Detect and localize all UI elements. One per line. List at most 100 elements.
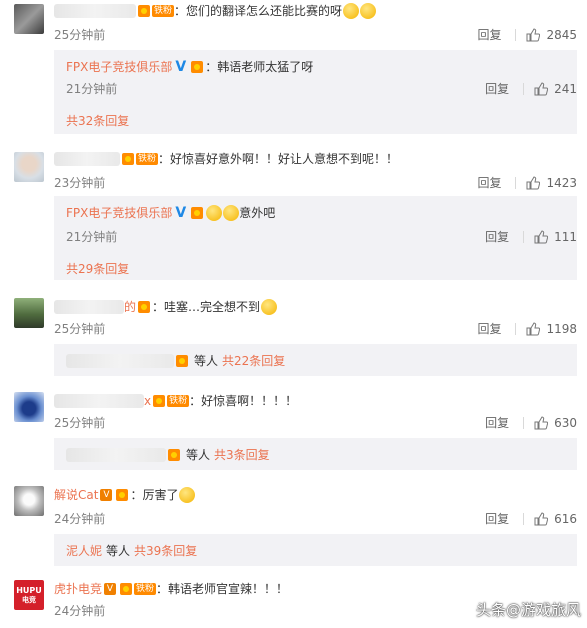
avatar[interactable]: [14, 298, 44, 328]
avatar[interactable]: [14, 152, 44, 182]
emoji-icon: [360, 2, 377, 19]
comment-text: ：厉害了: [130, 488, 179, 502]
fan-label: 铁粉: [167, 394, 190, 407]
reply-summary-box: 等人 共3条回复: [54, 438, 577, 470]
laughing-emoji-icon: [261, 298, 278, 315]
avatar[interactable]: [14, 4, 44, 34]
reply-author[interactable]: FPX电子竞技俱乐部: [66, 204, 172, 221]
thumbs-up-icon: [526, 175, 541, 190]
like-count: 2845: [546, 27, 577, 42]
reply-button[interactable]: 回复: [485, 510, 509, 527]
fan-badge-icon: [138, 300, 151, 313]
comment-text: ：您们的翻译怎么还能比赛的呀: [174, 4, 343, 18]
verified-orange-icon: V: [104, 582, 117, 595]
divider: [523, 512, 525, 525]
username-suffix[interactable]: x: [144, 394, 151, 408]
reply-summary-box: 泥人妮 等人 共39条回复: [54, 534, 577, 566]
reply-author[interactable]: FPX电子竞技俱乐部: [66, 58, 172, 75]
comment-text: ：韩语老师官宣辣！！！: [156, 582, 289, 596]
reply-box: FPX电子竞技俱乐部 V 意外吧 21分钟前 回复 111 共29条回复: [54, 196, 577, 280]
timestamp: 25分钟前: [54, 28, 106, 42]
fan-badge-icon: [168, 448, 180, 461]
thumbs-up-icon: [534, 229, 549, 244]
like-button[interactable]: 2845: [526, 28, 577, 42]
emoji-icon: [206, 204, 223, 221]
comment: 解说Cat V ：厉害了 24分钟前 回复 616 泥人妮 等人 共39条回复: [0, 480, 587, 570]
more-replies-link[interactable]: 共32条回复: [66, 112, 129, 129]
username-blurred[interactable]: [66, 353, 174, 368]
divider: [523, 82, 525, 95]
like-button[interactable]: 630: [534, 416, 577, 430]
reply-button[interactable]: 回复: [477, 320, 501, 337]
username-suffix[interactable]: 的: [124, 298, 136, 315]
summary-count-link[interactable]: 共3条回复: [214, 446, 270, 463]
fan-badge-icon: [176, 354, 188, 367]
reply-text: 意外吧: [239, 206, 276, 220]
reply-box: FPX电子竞技俱乐部 V ：韩语老师太猛了呀 21分钟前 回复 241 共32条…: [54, 50, 577, 134]
thumbs-up-icon: [526, 321, 541, 336]
like-button[interactable]: 1198: [526, 322, 577, 336]
comment: 的 ：哇塞…完全想不到 25分钟前 回复 1198 等人 共22条回复: [0, 292, 587, 382]
comment: 铁粉 ：您们的翻译怎么还能比赛的呀 25分钟前 回复 2845 FPX电子竞技俱…: [0, 0, 587, 140]
like-count: 1198: [546, 321, 577, 336]
username-blurred[interactable]: [66, 447, 166, 462]
username[interactable]: 解说Cat: [54, 486, 98, 503]
summary-author[interactable]: 泥人妮: [66, 542, 102, 559]
like-count: 616: [554, 511, 577, 526]
more-replies-link[interactable]: 共29条回复: [66, 260, 129, 277]
like-count: 111: [554, 229, 577, 244]
fan-badge-icon: [191, 60, 204, 73]
reply-button[interactable]: 回复: [477, 26, 501, 43]
avatar[interactable]: [14, 392, 44, 422]
username[interactable]: 虎扑电竞: [54, 580, 102, 597]
avatar[interactable]: HUPU 电竞: [14, 580, 44, 610]
timestamp: 24分钟前: [54, 512, 106, 526]
thumbs-up-icon: [526, 27, 541, 42]
reply-button[interactable]: 回复: [485, 414, 509, 431]
username-blurred[interactable]: [54, 3, 136, 18]
fan-badge-icon: [138, 4, 150, 17]
emoji-icon: [343, 2, 360, 19]
timestamp: 21分钟前: [66, 230, 118, 244]
watermark: 头条@游戏旅风: [475, 601, 581, 619]
like-button[interactable]: 616: [534, 512, 577, 526]
thumbs-up-icon: [534, 81, 549, 96]
reply-button[interactable]: 回复: [485, 228, 509, 245]
fan-badge-icon: [122, 152, 134, 165]
avatar[interactable]: [14, 486, 44, 516]
reply-text: ：韩语老师太猛了呀: [205, 60, 314, 74]
divider: [515, 322, 517, 335]
fan-badge-icon: [191, 206, 204, 219]
username-blurred[interactable]: [54, 151, 120, 166]
reply-button[interactable]: 回复: [477, 174, 501, 191]
divider: [523, 230, 525, 243]
verified-icon: V: [175, 58, 187, 75]
fan-label: 铁粉: [152, 4, 175, 17]
summary-count-link[interactable]: 共22条回复: [222, 352, 285, 369]
fan-badge-icon: [153, 394, 166, 407]
username-blurred[interactable]: [54, 393, 144, 408]
summary-etc: 等人: [194, 354, 219, 368]
divider: [515, 176, 517, 189]
thumbs-up-emoji-icon: [179, 486, 196, 503]
fan-label: 铁粉: [134, 582, 157, 595]
hupu-logo-sub: 电竞: [22, 596, 36, 604]
comment-text: ：好惊喜好意外啊！！好让人意想不到呢！！: [158, 152, 399, 166]
like-count: 630: [554, 415, 577, 430]
reply-button[interactable]: 回复: [485, 80, 509, 97]
fan-label: 铁粉: [136, 152, 159, 165]
timestamp: 24分钟前: [54, 604, 106, 618]
divider: [523, 416, 525, 429]
thumbs-up-icon: [534, 415, 549, 430]
summary-count-link[interactable]: 共39条回复: [134, 542, 197, 559]
like-button[interactable]: 241: [534, 82, 577, 96]
comment-text: ：好惊喜啊！！！！: [189, 394, 298, 408]
emoji-icon: [223, 204, 240, 221]
timestamp: 25分钟前: [54, 416, 106, 430]
thumbs-up-icon: [534, 511, 549, 526]
like-button[interactable]: 1423: [526, 176, 577, 190]
like-button[interactable]: 111: [534, 230, 577, 244]
username-blurred[interactable]: [54, 299, 124, 314]
timestamp: 23分钟前: [54, 176, 106, 190]
comment-text: ：哇塞…完全想不到: [152, 300, 261, 314]
